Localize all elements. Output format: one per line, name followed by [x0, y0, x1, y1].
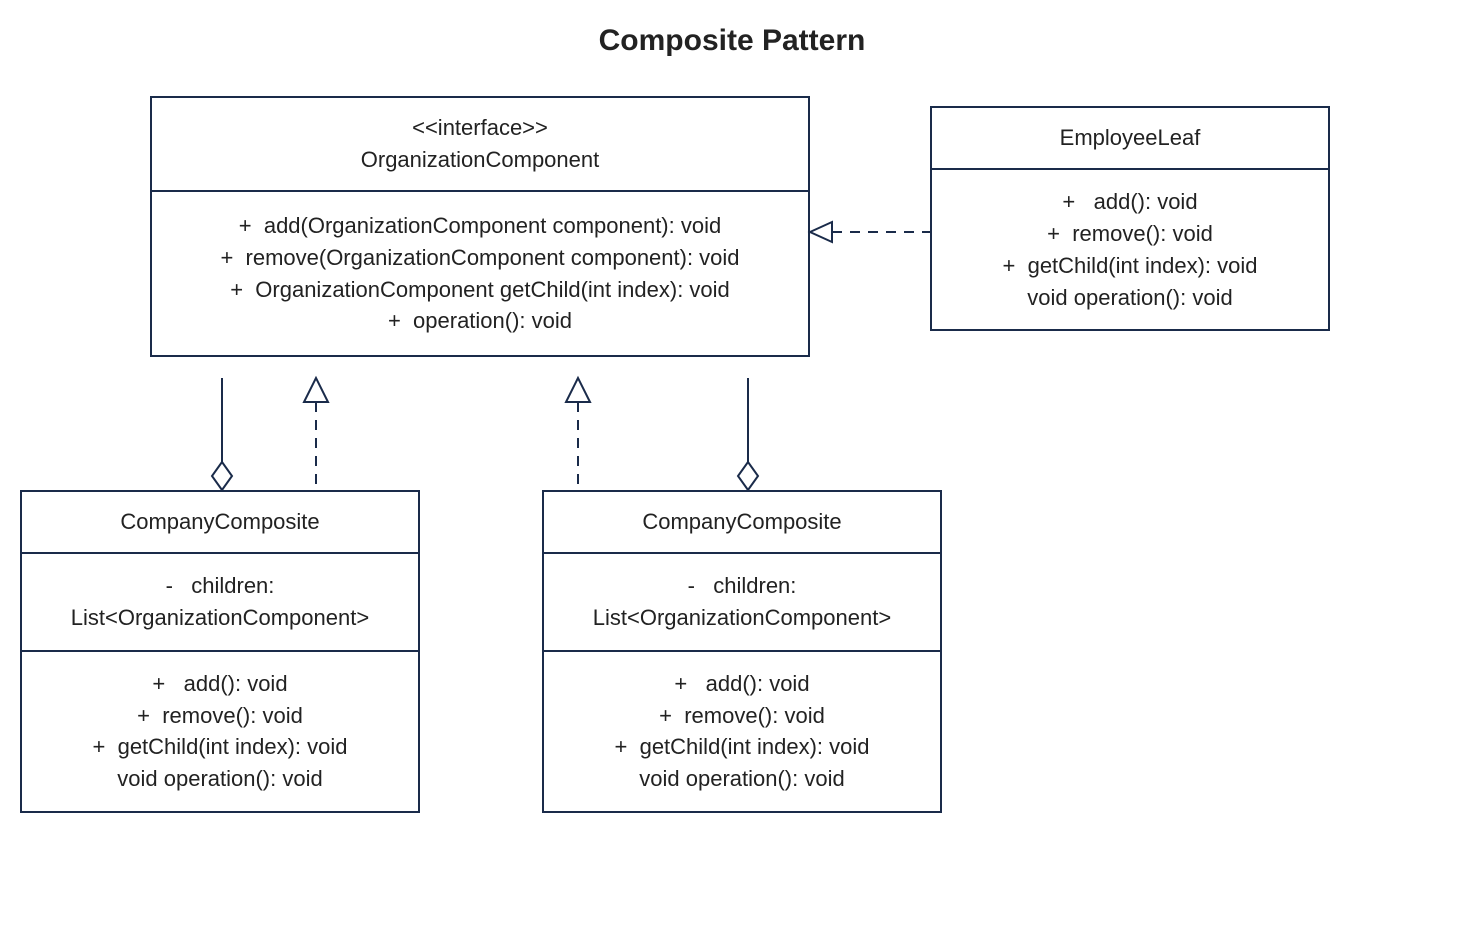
leaf-method: + remove(): void: [942, 218, 1318, 250]
aggregation-composite-left: [212, 378, 232, 490]
interface-method: + operation(): void: [162, 305, 798, 337]
class-organization-component: <<interface>> OrganizationComponent + ad…: [150, 96, 810, 357]
composite-right-attr: - children:: [554, 570, 930, 602]
interface-method: + add(OrganizationComponent component): …: [162, 210, 798, 242]
class-company-composite-left: CompanyComposite - children: List<Organi…: [20, 490, 420, 813]
interface-method: + OrganizationComponent getChild(int ind…: [162, 274, 798, 306]
composite-right-method: + remove(): void: [554, 700, 930, 732]
composite-right-method: + add(): void: [554, 668, 930, 700]
interface-name: OrganizationComponent: [162, 144, 798, 176]
interface-method: + remove(OrganizationComponent component…: [162, 242, 798, 274]
leaf-name: EmployeeLeaf: [942, 122, 1318, 154]
composite-left-method: + add(): void: [32, 668, 408, 700]
realization-composite-right: [566, 378, 590, 490]
diagram-canvas: Composite Pattern <<interface>> Organiza…: [0, 0, 1464, 934]
composite-right-name: CompanyComposite: [554, 506, 930, 538]
aggregation-composite-right: [738, 378, 758, 490]
interface-stereotype: <<interface>>: [162, 112, 798, 144]
class-company-composite-right: CompanyComposite - children: List<Organi…: [542, 490, 942, 813]
realization-composite-left: [304, 378, 328, 490]
composite-right-method: void operation(): void: [554, 763, 930, 795]
composite-left-attr: List<OrganizationComponent>: [32, 602, 408, 634]
composite-left-method: + getChild(int index): void: [32, 731, 408, 763]
composite-right-attr: List<OrganizationComponent>: [554, 602, 930, 634]
diagram-title: Composite Pattern: [0, 24, 1464, 58]
leaf-method: + getChild(int index): void: [942, 250, 1318, 282]
leaf-method: + add(): void: [942, 186, 1318, 218]
class-employee-leaf: EmployeeLeaf + add(): void + remove(): v…: [930, 106, 1330, 331]
realization-employee-leaf: [810, 222, 930, 242]
composite-left-name: CompanyComposite: [32, 506, 408, 538]
composite-left-method: + remove(): void: [32, 700, 408, 732]
composite-left-method: void operation(): void: [32, 763, 408, 795]
composite-left-attr: - children:: [32, 570, 408, 602]
composite-right-method: + getChild(int index): void: [554, 731, 930, 763]
leaf-method: void operation(): void: [942, 282, 1318, 314]
